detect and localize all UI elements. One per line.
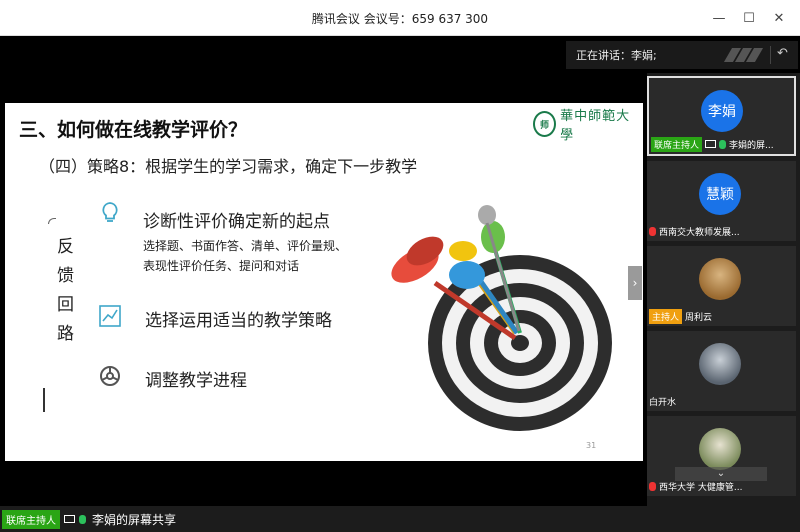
avatar: [699, 258, 741, 300]
vertical-label: 反 馈 回 路: [57, 233, 79, 349]
mic-icon: [719, 139, 727, 149]
participant-tile[interactable]: 李娟 联席主持人 李娟的屏...: [647, 76, 796, 156]
share-status-text: 李娟的屏幕共享: [92, 512, 177, 527]
participant-name: 西华大学 大健康管...: [659, 482, 743, 493]
exit-share-icon[interactable]: ↶: [770, 46, 790, 64]
participant-tile[interactable]: 慧颖 西南交大教师发展...: [647, 161, 796, 241]
participant-tile[interactable]: 白开水: [647, 331, 796, 411]
presentation-slide: 三、如何做在线教学评价？ 师 華中師範大學 （四）策略8：根据学生的学习需求，确…: [5, 103, 643, 461]
minimize-button[interactable]: —: [706, 6, 732, 30]
item-heading: 调整教学进程: [145, 371, 247, 391]
screen-share-icon: [705, 140, 717, 148]
decor-mark: [48, 218, 56, 224]
speaking-indicator: 正在讲话：李娟; ↶: [566, 41, 798, 69]
participant-tile[interactable]: 主持人 周利云: [647, 246, 796, 326]
host-badge: 主持人: [649, 308, 683, 324]
item-heading: 选择运用适当的教学策略: [145, 311, 332, 331]
participant-name: 周利云: [685, 312, 713, 323]
cohost-badge: 联席主持人: [651, 136, 703, 152]
dartboard-illustration: [391, 205, 612, 431]
volume-icon: [723, 48, 764, 62]
participants-panel[interactable]: 李娟 联席主持人 李娟的屏... 慧颖 西南交大教师发展... 主持人 周利云 …: [647, 73, 800, 506]
steering-wheel-icon: [100, 366, 120, 386]
university-logo: 师 華中師範大學: [533, 109, 633, 143]
lightbulb-icon: [102, 202, 118, 222]
logo-text: 華中師範大學: [560, 109, 631, 143]
mic-muted-icon: [649, 226, 656, 236]
screen-share-icon: [64, 515, 75, 523]
vertical-char: 回: [57, 295, 74, 315]
avatar: 李娟: [701, 90, 743, 132]
vertical-char: 路: [57, 324, 74, 344]
bottom-bar: 联席主持人 李娟的屏幕共享: [0, 506, 800, 532]
participant-name: 白开水: [649, 397, 677, 408]
participant-name: 李娟的屏...: [729, 140, 774, 151]
avatar: [699, 428, 741, 470]
seal-icon: 师: [533, 111, 557, 137]
participant-label: 联席主持人 李娟的屏...: [651, 136, 774, 152]
title-bar: 腾讯会议 会议号：659 637 300 — ☐ ✕: [0, 0, 800, 36]
scroll-down-button[interactable]: ⌄: [675, 467, 767, 481]
page-number: 31: [586, 441, 597, 450]
window-controls: — ☐ ✕: [706, 6, 792, 30]
divider: [43, 388, 45, 412]
vertical-char: 反: [57, 237, 74, 257]
cohost-badge: 联席主持人: [2, 509, 60, 529]
participant-tile[interactable]: 西华大学 大健康管...: [647, 416, 796, 496]
mic-muted-icon: [649, 481, 656, 491]
maximize-button[interactable]: ☐: [736, 6, 762, 30]
slide-subtitle: （四）策略8：根据学生的学习需求，确定下一步教学: [39, 157, 418, 176]
mic-icon: [79, 514, 86, 524]
vertical-char: 馈: [57, 266, 74, 286]
participant-name: 西南交大教师发展...: [659, 227, 740, 238]
participant-label: 白开水: [649, 393, 676, 409]
next-page-arrow[interactable]: ›: [628, 266, 642, 300]
speaking-label: 正在讲话：李娟;: [576, 49, 657, 62]
participant-label: 西南交大教师发展...: [649, 223, 740, 239]
chart-icon: [99, 305, 121, 327]
item-description: 选择题、书面作答、清单、评价量规、 表现性评价任务、提问和对话: [143, 239, 348, 273]
slide-title: 三、如何做在线教学评价？: [19, 119, 248, 141]
window-title: 腾讯会议 会议号：659 637 300: [311, 12, 489, 26]
avatar: 慧颖: [699, 173, 741, 215]
close-button[interactable]: ✕: [766, 6, 792, 30]
item-heading: 诊断性评价确定新的起点: [143, 212, 330, 232]
avatar: [699, 343, 741, 385]
participant-label: 主持人 周利云: [649, 308, 712, 324]
